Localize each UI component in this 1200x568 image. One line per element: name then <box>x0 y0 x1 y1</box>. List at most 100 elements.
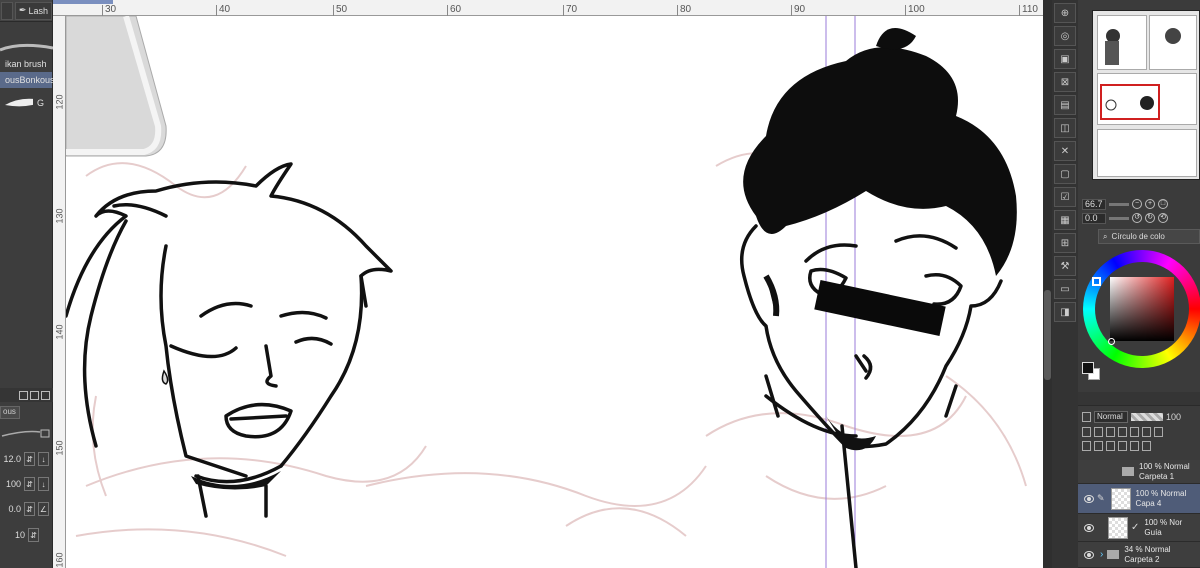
brush-tab-blank[interactable] <box>1 1 13 20</box>
checkbox-icon[interactable]: ☑ <box>1054 187 1076 207</box>
layer-name: Carpeta 2 <box>1124 554 1160 564</box>
opacity-setting[interactable]: 100 ⇵ ↓ <box>0 475 53 493</box>
layer-blend-text: 100 % Normal <box>1135 488 1187 498</box>
zoom-in-icon[interactable]: + <box>1145 199 1155 209</box>
folder-open-icon[interactable]: ▭ <box>1054 279 1076 299</box>
lock-icon[interactable]: ⊞ <box>1054 233 1076 253</box>
folder-icon[interactable]: ▢ <box>1054 164 1076 184</box>
zoom-slider[interactable] <box>1109 202 1129 206</box>
blend-mode-select[interactable]: Normal <box>1094 411 1128 423</box>
ruler-tick: 80 <box>677 5 691 16</box>
layer-icon[interactable]: ◨ <box>1054 302 1076 322</box>
zoom-icon[interactable]: ⊕ <box>1054 3 1076 23</box>
rotation-input[interactable]: 0.0 <box>1082 212 1106 224</box>
rotate-right-icon[interactable]: ↻ <box>1145 213 1155 223</box>
nav-thumbnail-art <box>1105 28 1181 111</box>
brush-tabs: ✒ Lash <box>0 0 52 22</box>
opacity-value: 100 <box>5 479 21 489</box>
palette-icon[interactable] <box>1154 427 1163 437</box>
brush-size-setting[interactable]: 12.0 ⇵ ↓ <box>0 450 53 468</box>
reset-rotation-icon[interactable]: ⟲ <box>1158 213 1168 223</box>
brush-item-ikan[interactable]: ikan brush <box>0 56 52 72</box>
lock-icon[interactable] <box>1106 427 1115 437</box>
rotate-left-icon[interactable]: ↺ <box>1132 213 1142 223</box>
layer-row[interactable]: › 34 % Normal Carpeta 2 <box>1078 542 1200 568</box>
curve-icon[interactable]: ∠ <box>38 502 49 516</box>
layer-row[interactable]: 100 % Normal Carpeta 1 <box>1078 460 1200 484</box>
expand-icon[interactable]: › <box>1100 549 1103 560</box>
zoom-input[interactable]: 66.7 <box>1082 198 1106 210</box>
new-folder-icon[interactable] <box>1106 441 1115 451</box>
stepper-icon[interactable]: ⇵ <box>24 477 35 491</box>
search-icon: ⌕ <box>1103 232 1108 241</box>
tool-icon[interactable]: ⚒ <box>1054 256 1076 276</box>
color-wheel[interactable] <box>1083 250 1200 368</box>
image-icon[interactable]: ▦ <box>1054 210 1076 230</box>
ruler-tick: 130 <box>54 208 65 224</box>
brush-item-bonkous[interactable]: ousBonkous <box>0 72 55 88</box>
canvas-scrollbar[interactable] <box>1043 0 1052 568</box>
material-icon[interactable]: ◫ <box>1054 118 1076 138</box>
layer-row[interactable]: ✓ 100 % Nor Guía <box>1078 514 1200 542</box>
fit-icon[interactable]: □ <box>1158 199 1168 209</box>
right-panels: 66.7 − + □ 0.0 ↺ ↻ ⟲ ⌕ Círculo de colo N… <box>1078 0 1200 568</box>
drawing-canvas[interactable] <box>66 16 1043 568</box>
duplicate-icon[interactable] <box>30 390 39 400</box>
zoom-out-icon[interactable]: − <box>1132 199 1142 209</box>
visibility-icon[interactable] <box>1084 494 1094 503</box>
pressure-icon[interactable]: ↓ <box>38 477 49 491</box>
merge-icon[interactable] <box>1118 441 1127 451</box>
color-wheel-tab[interactable]: ⌕ Círculo de colo <box>1098 229 1200 244</box>
tool-property-tab[interactable]: ous <box>0 406 20 419</box>
brush-item-g[interactable]: G <box>0 88 52 118</box>
layer-row-selected[interactable]: ✎ 100 % Normal Capa 4 <box>1078 484 1200 514</box>
visibility-icon[interactable] <box>1084 468 1094 476</box>
brush-stroke-icon <box>5 98 33 107</box>
layer-property-icon[interactable]: ▤ <box>1054 95 1076 115</box>
visibility-icon[interactable] <box>1084 550 1094 559</box>
brush-stroke-preview <box>0 43 54 52</box>
rotation-slider[interactable] <box>1109 216 1129 220</box>
brush-tab-lash[interactable]: ✒ Lash <box>14 1 52 20</box>
stepper-icon[interactable]: ⇵ <box>24 452 35 466</box>
delete-icon[interactable] <box>41 390 50 400</box>
foreground-color-swatch[interactable] <box>1082 362 1094 374</box>
layer-name: Carpeta 1 <box>1139 471 1175 481</box>
grid-icon[interactable]: ⊠ <box>1054 72 1076 92</box>
new-vector-icon[interactable] <box>1094 441 1103 451</box>
copy-icon[interactable] <box>19 390 28 400</box>
pen-icon: ✎ <box>1097 493 1105 503</box>
reference-icon[interactable] <box>1094 427 1103 437</box>
color-tab-label: Círculo de colo <box>1111 232 1165 241</box>
new-layer-icon[interactable] <box>1082 441 1091 451</box>
navigator-icon[interactable]: ◎ <box>1054 26 1076 46</box>
stepper-icon[interactable]: ⇵ <box>28 528 39 542</box>
clip-icon[interactable] <box>1082 427 1091 437</box>
ruler-tick: 70 <box>563 5 577 16</box>
brush-size-value: 12.0 <box>3 454 21 464</box>
layer-thumb-toggle-icon[interactable] <box>1082 412 1091 422</box>
visibility-icon[interactable] <box>1084 523 1094 532</box>
hardness-setting[interactable]: 0.0 ⇵ ∠ <box>0 500 53 518</box>
color-marker[interactable] <box>1108 338 1115 345</box>
layer-label: 100 % Nor Guía <box>1144 518 1182 538</box>
saturation-square[interactable] <box>1110 277 1174 341</box>
ruler-tick: 30 <box>102 5 116 16</box>
zoom-row: 66.7 − + □ <box>1082 198 1168 210</box>
hue-marker[interactable] <box>1092 277 1101 286</box>
scrollbar-thumb[interactable] <box>1044 290 1051 380</box>
opacity-slider[interactable] <box>1131 413 1163 421</box>
lock-alpha-icon[interactable] <box>1118 427 1127 437</box>
stabilization-setting[interactable]: 10 ⇵ <box>0 526 53 544</box>
color-icon[interactable] <box>1142 427 1151 437</box>
close-icon[interactable]: ✕ <box>1054 141 1076 161</box>
navigator-preview[interactable] <box>1092 10 1200 180</box>
stepper-icon[interactable]: ⇵ <box>24 502 35 516</box>
pressure-icon[interactable]: ↓ <box>38 452 49 466</box>
transfer-icon[interactable] <box>1130 441 1139 451</box>
trash-icon[interactable] <box>1142 441 1151 451</box>
fg-bg-swatches[interactable] <box>1082 362 1102 382</box>
mask-icon[interactable] <box>1130 427 1139 437</box>
brush-panel-toolbar <box>0 388 53 402</box>
sub-view-icon[interactable]: ▣ <box>1054 49 1076 69</box>
